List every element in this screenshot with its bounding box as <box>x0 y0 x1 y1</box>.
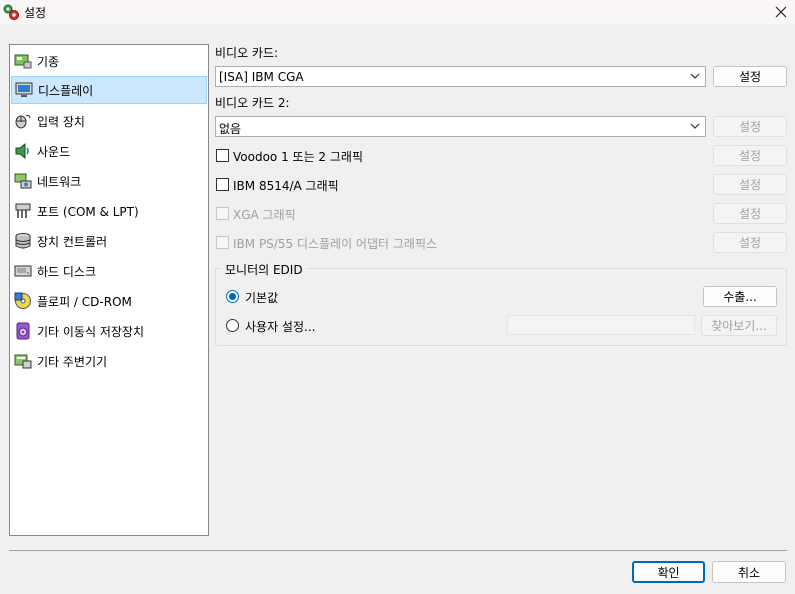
xga-settings-button[interactable]: 설정 <box>713 203 787 224</box>
sidebar-item-floppy-cdrom[interactable]: 플로피 / CD-ROM <box>11 287 207 315</box>
sidebar-item-label: 디스플레이 <box>38 83 94 98</box>
sidebar-item-machine[interactable]: 기종 <box>11 47 207 75</box>
sidebar-item-display[interactable]: 디스플레이 <box>11 76 207 104</box>
sidebar-item-storage-controllers[interactable]: 장치 컨트롤러 <box>11 227 207 255</box>
edid-custom-path-input[interactable] <box>507 315 695 335</box>
sidebar-item-ports[interactable]: 포트 (COM & LPT) <box>11 197 207 225</box>
edid-custom-label: 사용자 설정... <box>245 320 316 334</box>
sidebar-item-sound[interactable]: 사운드 <box>11 137 207 165</box>
voodoo-checkbox[interactable] <box>216 149 229 162</box>
window-title: 설정 <box>24 6 47 20</box>
video-card2-label: 비디오 카드 2: <box>215 96 290 110</box>
edid-default-radio[interactable] <box>226 290 239 303</box>
sidebar-item-label: 장치 컨트롤러 <box>37 234 108 249</box>
video-card-label: 비디오 카드: <box>215 46 279 60</box>
hard-disk-icon <box>14 265 32 277</box>
network-icon <box>14 173 32 189</box>
input-device-icon <box>15 114 31 129</box>
close-button[interactable] <box>767 0 795 24</box>
video-card-settings-button[interactable]: 설정 <box>713 66 787 87</box>
title-bar: 설정 <box>0 0 795 24</box>
edid-default-label: 기본값 <box>245 291 279 305</box>
floppy-cdrom-icon <box>14 292 31 309</box>
settings-category-list[interactable]: 기종 디스플레이 입력 장치 사운드 네트워크 포트 (COM & LPT) 장… <box>9 44 209 536</box>
sidebar-item-label: 포트 (COM & LPT) <box>37 204 139 219</box>
ps55-settings-button[interactable]: 설정 <box>713 232 787 253</box>
ibm8514-settings-button[interactable]: 설정 <box>713 174 787 195</box>
edid-custom-radio[interactable] <box>226 319 239 332</box>
sidebar-item-label: 하드 디스크 <box>37 264 97 279</box>
sound-icon <box>15 142 29 160</box>
peripherals-icon <box>14 354 32 369</box>
ibm8514-label: IBM 8514/A 그래픽 <box>233 179 339 193</box>
video-card2-settings-button[interactable]: 설정 <box>713 116 787 137</box>
sidebar-item-label: 입력 장치 <box>37 114 85 129</box>
ports-icon <box>15 203 31 218</box>
voodoo-settings-button[interactable]: 설정 <box>713 145 787 166</box>
settings-app-icon <box>3 4 19 20</box>
sidebar-item-removable-storage[interactable]: 기타 이동식 저장장치 <box>11 317 207 345</box>
display-icon <box>15 82 33 97</box>
edid-group-label: 모니터의 EDID <box>222 261 306 278</box>
xga-label: XGA 그래픽 <box>233 208 296 222</box>
sidebar-item-label: 네트워크 <box>37 174 82 189</box>
machine-icon <box>14 54 32 69</box>
video-card-select[interactable]: [ISA] IBM CGA <box>215 66 706 87</box>
sidebar-item-input-devices[interactable]: 입력 장치 <box>11 107 207 135</box>
ok-button[interactable]: 확인 <box>632 561 705 583</box>
sidebar-item-other-peripherals[interactable]: 기타 주변기기 <box>11 347 207 375</box>
chevron-down-icon <box>690 73 700 79</box>
sidebar-item-label: 기타 이동식 저장장치 <box>37 324 144 339</box>
sidebar-item-label: 플로피 / CD-ROM <box>37 294 132 309</box>
video-card2-value: 없음 <box>219 122 242 136</box>
sidebar-item-label: 사운드 <box>37 144 71 159</box>
storage-controller-icon <box>15 233 31 249</box>
ps55-label: IBM PS/55 디스플레이 어댑터 그래픽스 <box>233 237 438 251</box>
cancel-button[interactable]: 취소 <box>712 561 786 583</box>
sidebar-item-hard-disks[interactable]: 하드 디스크 <box>11 257 207 285</box>
footer-separator <box>9 550 787 551</box>
edid-export-button[interactable]: 수출... <box>703 286 777 307</box>
close-icon <box>775 6 787 18</box>
edid-browse-button[interactable]: 찾아보기... <box>701 315 777 336</box>
video-card-value: [ISA] IBM CGA <box>219 70 304 84</box>
video-card2-select[interactable]: 없음 <box>215 116 706 137</box>
xga-checkbox[interactable] <box>216 207 229 220</box>
ibm8514-checkbox[interactable] <box>216 178 229 191</box>
sidebar-item-label: 기종 <box>37 54 60 69</box>
chevron-down-icon <box>690 123 700 129</box>
sidebar-item-label: 기타 주변기기 <box>37 354 108 369</box>
removable-storage-icon <box>16 322 30 340</box>
ps55-checkbox[interactable] <box>216 236 229 249</box>
voodoo-label: Voodoo 1 또는 2 그래픽 <box>233 150 363 164</box>
sidebar-item-network[interactable]: 네트워크 <box>11 167 207 195</box>
